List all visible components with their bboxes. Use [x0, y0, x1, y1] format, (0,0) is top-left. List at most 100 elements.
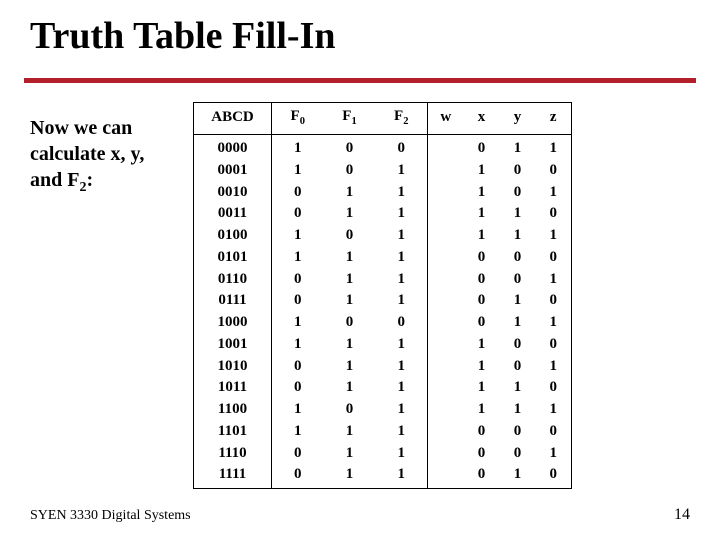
cell-y: 0	[500, 333, 536, 355]
cell-z: 1	[536, 312, 572, 334]
cell-f2: 1	[376, 464, 428, 489]
footer-course: SYEN 3330 Digital Systems	[30, 508, 191, 524]
cell-f0: 0	[272, 268, 324, 290]
table-header-row: ABCD F0 F1 F2 w x y z	[194, 103, 572, 135]
cell-f0: 0	[272, 355, 324, 377]
cell-f2: 1	[376, 442, 428, 464]
cell-abcd: 0000	[194, 135, 272, 160]
cell-w	[428, 399, 464, 421]
cell-z: 0	[536, 333, 572, 355]
truth-table-wrap: ABCD F0 F1 F2 w x y z 000010001100011011…	[193, 102, 572, 489]
cell-f2: 1	[376, 355, 428, 377]
side-line1: Now we can	[30, 117, 132, 139]
cell-f2: 1	[376, 159, 428, 181]
cell-x: 0	[464, 420, 500, 442]
cell-y: 0	[500, 159, 536, 181]
f1-sub: 1	[351, 116, 356, 127]
col-header-y: y	[500, 103, 536, 135]
cell-f1: 1	[324, 442, 376, 464]
cell-f2: 1	[376, 333, 428, 355]
cell-f2: 1	[376, 181, 428, 203]
cell-y: 1	[500, 203, 536, 225]
col-header-abcd: ABCD	[194, 103, 272, 135]
cell-w	[428, 181, 464, 203]
table-row: 0000100011	[194, 135, 572, 160]
cell-abcd: 1010	[194, 355, 272, 377]
cell-y: 0	[500, 442, 536, 464]
cell-f1: 0	[324, 399, 376, 421]
table-row: 1001111100	[194, 333, 572, 355]
cell-abcd: 1001	[194, 333, 272, 355]
cell-f0: 1	[272, 420, 324, 442]
table-row: 0111011010	[194, 290, 572, 312]
cell-f2: 1	[376, 246, 428, 268]
cell-abcd: 0101	[194, 246, 272, 268]
side-line3-base: and F	[30, 169, 79, 191]
cell-f1: 0	[324, 135, 376, 160]
f0-sub: 0	[300, 116, 305, 127]
cell-x: 1	[464, 399, 500, 421]
cell-abcd: 1011	[194, 377, 272, 399]
cell-x: 1	[464, 181, 500, 203]
cell-f1: 0	[324, 312, 376, 334]
cell-f0: 0	[272, 181, 324, 203]
table-row: 0001101100	[194, 159, 572, 181]
cell-abcd: 0010	[194, 181, 272, 203]
cell-y: 0	[500, 420, 536, 442]
cell-f0: 1	[272, 312, 324, 334]
cell-z: 1	[536, 135, 572, 160]
f2-sub: 2	[403, 116, 408, 127]
cell-x: 1	[464, 159, 500, 181]
cell-f2: 0	[376, 312, 428, 334]
cell-f1: 0	[324, 225, 376, 247]
table-row: 1101111000	[194, 420, 572, 442]
table-row: 1100101111	[194, 399, 572, 421]
table-row: 0011011110	[194, 203, 572, 225]
col-header-z: z	[536, 103, 572, 135]
cell-z: 0	[536, 290, 572, 312]
page-title: Truth Table Fill-In	[30, 14, 336, 58]
cell-abcd: 1100	[194, 399, 272, 421]
cell-f0: 1	[272, 333, 324, 355]
cell-y: 1	[500, 135, 536, 160]
table-row: 1111011010	[194, 464, 572, 489]
cell-z: 1	[536, 268, 572, 290]
title-underline	[24, 78, 696, 83]
cell-f2: 1	[376, 420, 428, 442]
f2-base: F	[394, 108, 403, 124]
cell-x: 0	[464, 290, 500, 312]
cell-f1: 1	[324, 181, 376, 203]
cell-w	[428, 159, 464, 181]
col-header-f2: F2	[376, 103, 428, 135]
cell-x: 0	[464, 442, 500, 464]
cell-y: 0	[500, 246, 536, 268]
cell-w	[428, 355, 464, 377]
side-line2: calculate x, y,	[30, 143, 144, 165]
table-row: 1000100011	[194, 312, 572, 334]
cell-z: 1	[536, 181, 572, 203]
cell-f2: 1	[376, 399, 428, 421]
footer-pagenum: 14	[674, 506, 690, 524]
cell-f0: 0	[272, 377, 324, 399]
table-row: 0110011001	[194, 268, 572, 290]
cell-abcd: 1000	[194, 312, 272, 334]
table-row: 1110011001	[194, 442, 572, 464]
cell-f1: 1	[324, 246, 376, 268]
cell-x: 1	[464, 225, 500, 247]
cell-w	[428, 225, 464, 247]
cell-z: 0	[536, 464, 572, 489]
cell-z: 0	[536, 420, 572, 442]
cell-f2: 1	[376, 268, 428, 290]
cell-abcd: 1101	[194, 420, 272, 442]
cell-y: 1	[500, 225, 536, 247]
cell-z: 1	[536, 399, 572, 421]
table-row: 1011011110	[194, 377, 572, 399]
cell-y: 0	[500, 355, 536, 377]
cell-z: 0	[536, 159, 572, 181]
cell-f1: 1	[324, 333, 376, 355]
cell-y: 1	[500, 399, 536, 421]
col-header-x: x	[464, 103, 500, 135]
cell-abcd: 0111	[194, 290, 272, 312]
cell-w	[428, 268, 464, 290]
cell-w	[428, 312, 464, 334]
